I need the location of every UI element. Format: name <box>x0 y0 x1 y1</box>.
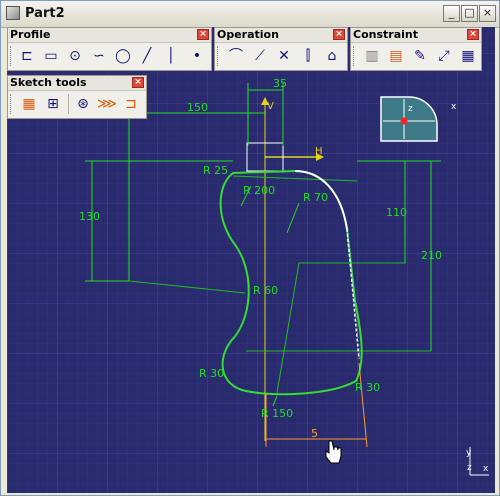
dimension-210[interactable]: 210 <box>421 249 442 262</box>
compass-z-label: z <box>408 104 413 114</box>
toolbar-grip[interactable] <box>10 46 14 66</box>
sketch-tools-toolbar-title: Sketch tools <box>10 76 87 89</box>
operation-toolbar: Operation × ⌒ ⟋ ✕ ⫿ ⌂ <box>214 27 348 71</box>
profile-tool-icon[interactable]: ⊏ <box>16 46 38 66</box>
title-bar[interactable]: Part2 _ □ × <box>1 1 499 28</box>
corner-tool-icon[interactable]: ⌒ <box>225 46 247 66</box>
dimension-110[interactable]: 110 <box>386 206 407 219</box>
triad-y-label: y <box>466 448 472 458</box>
animate-constraint-icon[interactable]: ⤢ <box>433 46 455 66</box>
dimension-35[interactable]: 35 <box>273 77 287 90</box>
sketch-tools-toolbar-close-button[interactable]: × <box>132 77 144 88</box>
constraint-toolbar-title: Constraint <box>353 28 418 41</box>
dimension-150-top[interactable]: 150 <box>187 101 208 114</box>
sketch-tools-toolbar: Sketch tools × ▦ ⊞ ⊛ ⋙ ⊐ <box>7 75 147 119</box>
trim-tool-icon[interactable]: ✕ <box>273 46 295 66</box>
toolbar-grip[interactable] <box>217 46 221 66</box>
circle-tool-icon[interactable]: ⊙ <box>64 46 86 66</box>
snap-to-point-icon[interactable]: ⊞ <box>42 94 64 114</box>
rectangle-tool-icon[interactable]: ▭ <box>40 46 62 66</box>
geometrical-constraints-icon[interactable]: ⋙ <box>96 94 118 114</box>
ellipse-tool-icon[interactable]: ◯ <box>112 46 134 66</box>
toolbar-grip[interactable] <box>10 94 14 114</box>
construction-element-icon[interactable]: ⊛ <box>72 94 94 114</box>
dimensional-constraints-icon[interactable]: ⊐ <box>120 94 142 114</box>
line-tool-icon[interactable]: ╱ <box>136 46 158 66</box>
edit-multi-constraint-icon[interactable]: ▦ <box>457 46 479 66</box>
radius-r60[interactable]: R 60 <box>253 284 278 297</box>
radius-r200[interactable]: R 200 <box>243 184 275 197</box>
part-document-icon <box>6 6 20 20</box>
constraint-dialog-icon[interactable]: ▥ <box>361 46 383 66</box>
toolbar-grip[interactable] <box>353 46 357 66</box>
profile-toolbar: Profile × ⊏ ▭ ⊙ ∽ ◯ ╱ │ • <box>7 27 212 71</box>
operation-toolbar-title: Operation <box>217 28 279 41</box>
constraint-toolbar: Constraint × ▥ ▤ ✎ ⤢ ▦ <box>350 27 482 71</box>
auto-constraint-icon[interactable]: ✎ <box>409 46 431 66</box>
profile-toolbar-title: Profile <box>10 28 51 41</box>
profile-toolbar-close-button[interactable]: × <box>197 29 209 40</box>
constraint-tool-icon[interactable]: ▤ <box>385 46 407 66</box>
maximize-button[interactable]: □ <box>461 5 478 22</box>
radius-r30-left[interactable]: R 30 <box>199 367 224 380</box>
minimize-button[interactable]: _ <box>443 5 460 22</box>
spline-tool-icon[interactable]: ∽ <box>88 46 110 66</box>
axis-tool-icon[interactable]: │ <box>160 46 182 66</box>
dimension-5[interactable]: 5 <box>311 427 318 440</box>
operation-toolbar-close-button[interactable]: × <box>333 29 345 40</box>
triad-x-label: x <box>483 464 489 474</box>
grid-icon[interactable]: ▦ <box>18 94 40 114</box>
triad-z-label: z <box>467 463 472 473</box>
mirror-tool-icon[interactable]: ⫿ <box>297 46 319 66</box>
radius-r70[interactable]: R 70 <box>303 191 328 204</box>
point-tool-icon[interactable]: • <box>186 46 208 66</box>
project-tool-icon[interactable]: ⌂ <box>321 46 343 66</box>
chamfer-tool-icon[interactable]: ⟋ <box>249 46 271 66</box>
compass-center[interactable] <box>400 117 408 125</box>
compass-x-label: x <box>451 102 457 112</box>
constraint-toolbar-close-button[interactable]: × <box>467 29 479 40</box>
radius-r150[interactable]: R 150 <box>261 407 293 420</box>
radius-r30-right[interactable]: R 30 <box>355 381 380 394</box>
dimension-130[interactable]: 130 <box>79 210 100 223</box>
window-title: Part2 <box>25 6 65 21</box>
toolbar-separator <box>68 94 69 114</box>
part-window: Part2 _ □ × H V 35 150 R 25 R 200 R 70 1… <box>0 0 500 496</box>
v-axis-label: V <box>267 101 274 112</box>
radius-r25[interactable]: R 25 <box>203 164 228 177</box>
close-window-button[interactable]: × <box>479 5 496 22</box>
h-axis-label: H <box>315 146 323 157</box>
